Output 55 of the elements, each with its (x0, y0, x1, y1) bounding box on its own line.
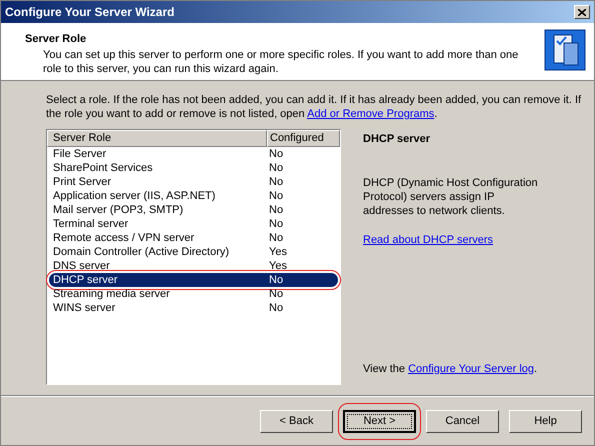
configured-status: No (268, 175, 284, 189)
role-row[interactable]: SharePoint Services No (49, 161, 338, 175)
column-header[interactable]: Configured (267, 130, 340, 147)
role-name: Print Server (52, 175, 112, 189)
configured-status: No (268, 287, 284, 301)
details-title: DHCP server (363, 132, 432, 147)
role-name: Domain Controller (Active Directory) (52, 245, 230, 259)
role-row[interactable]: Streaming media server No (49, 287, 338, 301)
configured-status: No (268, 161, 284, 175)
role-name: Remote access / VPN server (52, 231, 196, 245)
role-name: DHCP server (52, 273, 119, 287)
role-row[interactable]: Mail server (POP3, SMTP) No (49, 203, 338, 217)
configured-status: No (268, 273, 284, 287)
window-title: Configure Your Server Wizard (5, 4, 174, 21)
role-row[interactable]: Application server (IIS, ASP.NET) No (49, 189, 338, 203)
configured-status: No (268, 147, 284, 161)
configured-status: No (268, 203, 284, 217)
details-description: DHCP (Dynamic Host Configuration Protocol) servers assign IP addresses to network clients. (363, 176, 539, 218)
page-title: Server Role (25, 32, 88, 47)
role-row[interactable]: WINS server No (49, 301, 338, 315)
role-row[interactable]: Terminal server No (49, 217, 338, 231)
role-name: Mail server (POP3, SMTP) (52, 203, 184, 217)
configured-status: No (268, 217, 284, 231)
role-name: WINS server (52, 301, 116, 315)
wizard-icon (544, 29, 586, 71)
role-row[interactable]: Remote access / VPN server No (49, 231, 338, 245)
configured-status: No (268, 189, 284, 203)
configured-status: No (268, 231, 284, 245)
role-name: Terminal server (52, 217, 130, 231)
add-remove-programs-link[interactable]: Add or Remove Programs (307, 108, 434, 120)
role-name: SharePoint Services (52, 161, 154, 175)
configured-status: Yes (268, 245, 287, 259)
instruction-text: Select a role. If the role has not been added, you can add it. If it has already been added, you can remove it. If the role you want to add or remove is not listed, open Add or Remove Programs. (46, 93, 582, 121)
close-button[interactable] (574, 5, 590, 19)
role-row[interactable]: DNS server Yes (49, 259, 338, 273)
wizard-button[interactable]: Next > (343, 410, 416, 432)
read-about-link[interactable]: Read about DHCP servers (363, 232, 553, 248)
wizard-button[interactable]: Help (509, 410, 582, 432)
wizard-button[interactable]: < Back (260, 410, 333, 432)
wizard-button[interactable]: Cancel (426, 410, 499, 432)
server-log-link[interactable]: Configure Your Server log (408, 362, 534, 374)
configured-status: Yes (268, 259, 287, 273)
role-row[interactable]: File Server No (49, 147, 338, 161)
close-icon (578, 8, 586, 16)
role-name: Application server (IIS, ASP.NET) (52, 189, 216, 203)
column-header[interactable]: Server Role (47, 130, 267, 147)
role-row[interactable]: DHCP server No (49, 273, 338, 287)
role-name: File Server (52, 147, 108, 161)
page-description: You can set up this server to perform one or more specific roles. If you want to add more than one role to this server, you can run this wizard again. (42, 48, 520, 76)
role-name: Streaming media server (52, 287, 171, 301)
role-row[interactable]: Domain Controller (Active Directory) Yes (49, 245, 338, 259)
configured-status: No (268, 301, 284, 315)
role-name: DNS server (52, 259, 111, 273)
log-text: View the Configure Your Server log. (363, 362, 538, 376)
role-row[interactable]: Print Server No (49, 175, 338, 189)
